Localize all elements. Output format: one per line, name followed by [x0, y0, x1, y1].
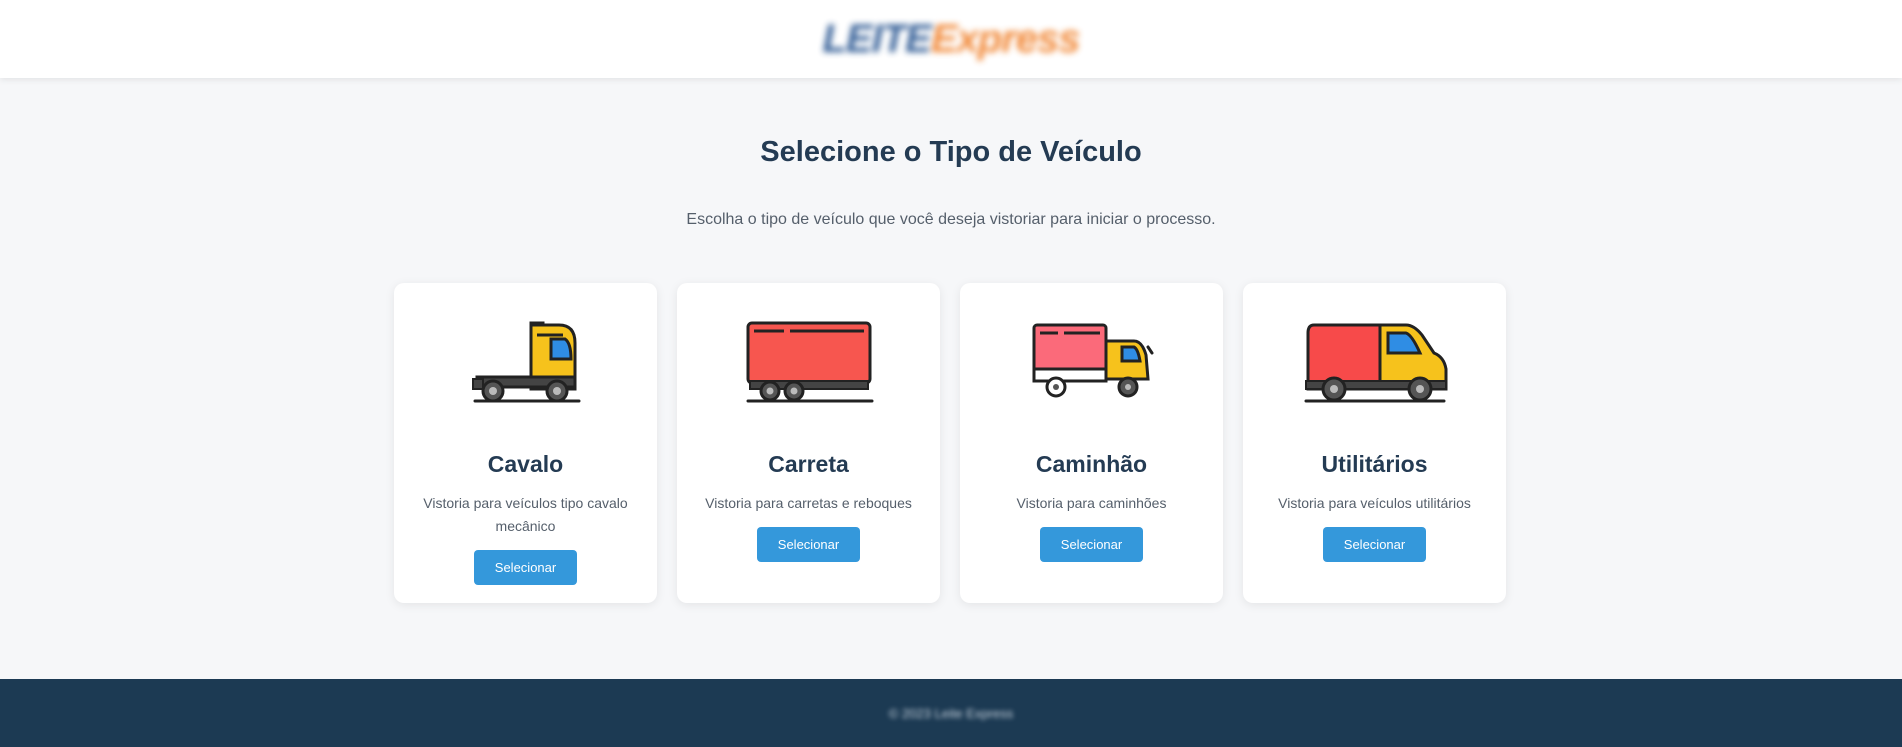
copyright-text: © 2023 Leite Express — [888, 705, 1014, 721]
trailer-icon — [729, 313, 889, 413]
vehicle-card-caminhao[interactable]: Caminhão Vistoria para caminhões Selecio… — [960, 283, 1223, 603]
vehicle-card-description: Vistoria para veículos utilitários — [1278, 495, 1471, 511]
vehicle-type-cards: Cavalo Vistoria para veículos tipo caval… — [394, 283, 1506, 603]
truck-icon — [1012, 313, 1172, 413]
page-subtitle: Escolha o tipo de veículo que você desej… — [686, 211, 1216, 228]
main-content: Selecione o Tipo de Veículo Escolha o ti… — [0, 78, 1902, 679]
van-icon — [1295, 313, 1455, 413]
site-header: LEITE Express — [0, 0, 1902, 78]
vehicle-card-title: Carreta — [768, 451, 849, 477]
truck-tractor-icon — [446, 313, 606, 413]
vehicle-card-carreta[interactable]: Carreta Vistoria para carretas e reboque… — [677, 283, 940, 603]
vehicle-card-description: Vistoria para caminhões — [1016, 495, 1167, 511]
vehicle-card-description: Vistoria para veículos tipo cavalo mecân… — [423, 495, 628, 534]
vehicle-card-cavalo[interactable]: Cavalo Vistoria para veículos tipo caval… — [394, 283, 657, 603]
page-title: Selecione o Tipo de Veículo — [760, 136, 1142, 168]
select-button[interactable]: Selecionar — [1040, 527, 1143, 562]
brand-logo[interactable]: LEITE Express — [822, 17, 1080, 62]
select-button[interactable]: Selecionar — [474, 550, 577, 585]
vehicle-card-utilitarios[interactable]: Utilitários Vistoria para veículos utili… — [1243, 283, 1506, 603]
select-button[interactable]: Selecionar — [757, 527, 860, 562]
select-button[interactable]: Selecionar — [1323, 527, 1426, 562]
site-footer: © 2023 Leite Express — [0, 679, 1902, 747]
vehicle-card-title: Utilitários — [1321, 451, 1428, 477]
vehicle-card-title: Cavalo — [487, 451, 564, 477]
vehicle-card-title: Caminhão — [1035, 451, 1148, 477]
vehicle-card-description: Vistoria para carretas e reboques — [705, 495, 912, 511]
